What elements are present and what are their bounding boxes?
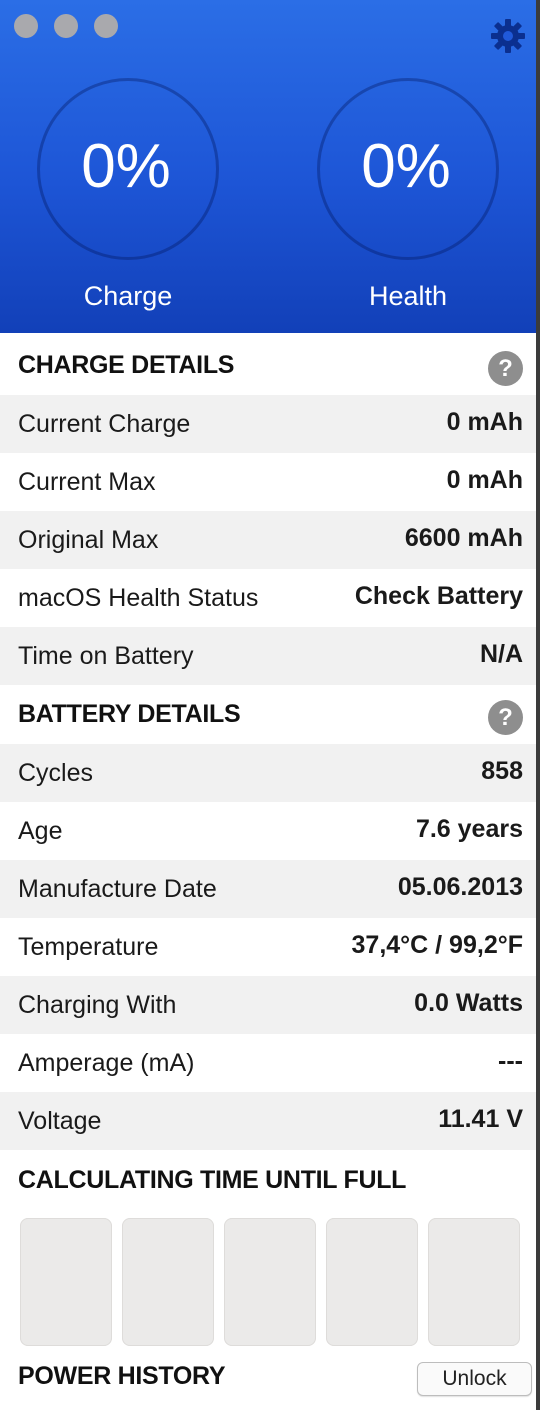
row-value: 0 mAh: [446, 408, 523, 436]
row-label: Current Max: [18, 468, 156, 496]
row-value: N/A: [479, 640, 523, 668]
row-value: 6600 mAh: [404, 524, 523, 552]
list-item: Amperage (mA) ---: [0, 1034, 536, 1092]
row-value: Check Battery: [354, 582, 523, 610]
row-value: 7.6 years: [415, 815, 523, 843]
list-item: Original Max 6600 mAh: [0, 511, 536, 569]
power-history-title: POWER HISTORY: [18, 1362, 226, 1390]
header-panel: 0% Charge 0% Health: [0, 0, 536, 333]
row-label: Current Charge: [18, 410, 191, 438]
list-item: Manufacture Date 05.06.2013: [0, 860, 536, 918]
window-edge: [536, 0, 540, 1410]
list-item: Age 7.6 years: [0, 802, 536, 860]
section-title: CHARGE DETAILS: [18, 351, 235, 379]
time-tile: [326, 1218, 418, 1346]
help-icon[interactable]: ?: [488, 351, 523, 386]
zoom-window-button[interactable]: [94, 14, 118, 38]
list-item: Temperature 37,4°C / 99,2°F: [0, 918, 536, 976]
list-item: Current Max 0 mAh: [0, 453, 536, 511]
row-value: 0.0 Watts: [414, 989, 523, 1017]
close-window-button[interactable]: [14, 14, 38, 38]
list-item: Current Charge 0 mAh: [0, 395, 536, 453]
time-tile: [122, 1218, 214, 1346]
list-item: Time on Battery N/A: [0, 627, 536, 685]
row-label: Manufacture Date: [18, 875, 217, 903]
list-item: Voltage 11.41 V: [0, 1092, 536, 1150]
row-value: 858: [481, 757, 523, 785]
time-tile: [224, 1218, 316, 1346]
charge-details-header: CHARGE DETAILS ?: [0, 337, 536, 395]
minimize-window-button[interactable]: [54, 14, 78, 38]
row-label: Amperage (mA): [18, 1049, 195, 1077]
list-item: Cycles 858: [0, 744, 536, 802]
battery-app-window: 0% Charge 0% Health CHARGE DETAILS ? Cur…: [0, 0, 536, 1410]
row-label: Cycles: [18, 759, 94, 787]
list-item: macOS Health Status Check Battery: [0, 569, 536, 627]
row-value: 11.41 V: [438, 1105, 523, 1133]
row-value: 0 mAh: [446, 466, 523, 494]
help-icon[interactable]: ?: [488, 700, 523, 735]
row-value: ---: [498, 1047, 523, 1075]
health-percent: 0%: [361, 132, 451, 201]
time-tile: [428, 1218, 520, 1346]
row-label: Time on Battery: [18, 642, 194, 670]
row-label: Voltage: [18, 1107, 102, 1135]
row-label: Original Max: [18, 526, 159, 554]
gear-icon[interactable]: [488, 16, 528, 56]
health-label: Health: [368, 281, 448, 311]
row-value: 05.06.2013: [397, 873, 523, 901]
list-item: Charging With 0.0 Watts: [0, 976, 536, 1034]
battery-details-header: BATTERY DETAILS ?: [0, 686, 536, 744]
section-title: BATTERY DETAILS: [18, 700, 241, 728]
charge-label: Charge: [83, 281, 173, 311]
charge-percent: 0%: [81, 132, 171, 201]
time-tile: [20, 1218, 112, 1346]
row-label: Charging With: [18, 991, 177, 1019]
row-label: Age: [18, 817, 63, 845]
calculating-title: CALCULATING TIME UNTIL FULL: [18, 1166, 407, 1194]
row-label: macOS Health Status: [18, 584, 259, 612]
row-label: Temperature: [18, 933, 159, 961]
unlock-button[interactable]: Unlock: [417, 1362, 532, 1396]
row-value: 37,4°C / 99,2°F: [351, 931, 523, 959]
